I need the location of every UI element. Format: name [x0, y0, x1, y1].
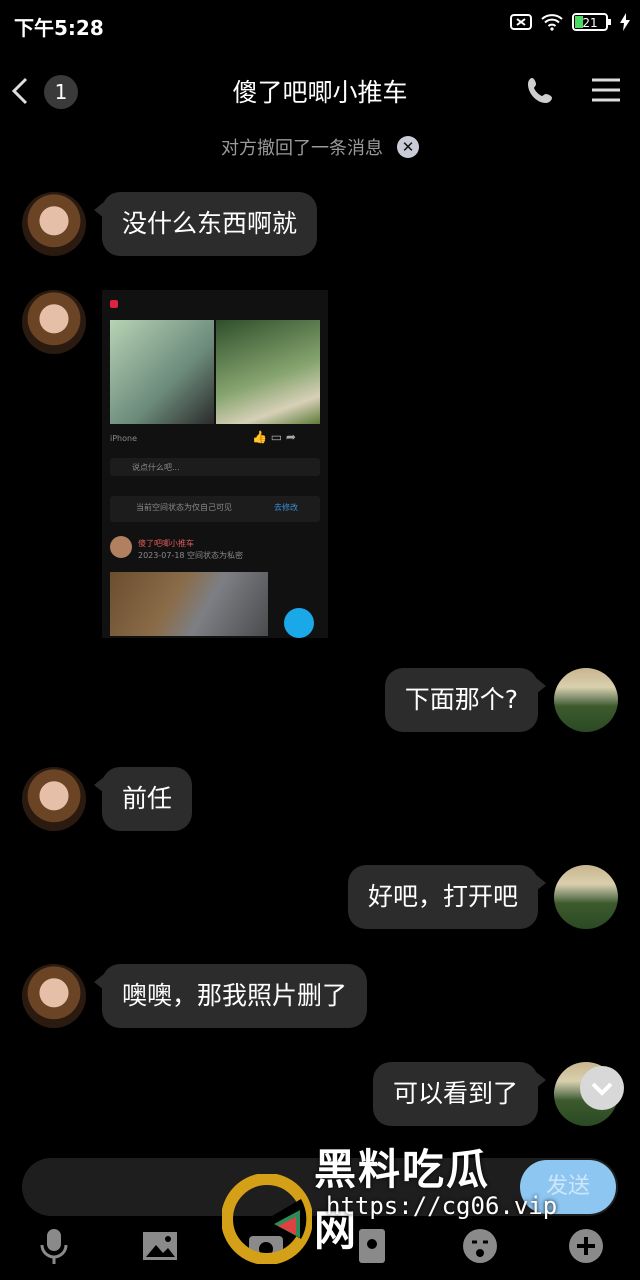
status-icons: 21: [510, 12, 630, 32]
photo-thumbnail: [110, 320, 214, 424]
close-icon[interactable]: ✕: [397, 136, 419, 158]
comment-placeholder: 说点什么吧...: [132, 463, 180, 472]
device-label: iPhone: [110, 434, 138, 443]
status-time: 下午5:28: [14, 16, 104, 40]
menu-icon[interactable]: [590, 77, 622, 103]
charging-icon: [620, 13, 630, 31]
like-comment-share-icons: 👍 ▭ ➦: [252, 430, 296, 444]
recall-text: 对方撤回了一条消息: [221, 138, 383, 159]
shared-image[interactable]: iPhone 👍 ▭ ➦ 说点什么吧... 当前空间状态为仅自己可见 去修改 傻…: [102, 290, 328, 638]
chat-title: 傻了吧唧小推车: [232, 78, 408, 107]
post-user: 傻了吧唧小推车: [138, 539, 194, 548]
message-bubble[interactable]: 可以看到了: [372, 1062, 547, 1126]
photo-thumbnail: [216, 320, 320, 424]
battery-icon: 21: [572, 13, 611, 31]
message-bubble[interactable]: 噢噢，那我照片删了: [93, 964, 368, 1028]
watermark-url: https://cg06.vip: [326, 1192, 558, 1220]
watermark: 黑料吃瓜网 https://cg06.vip: [222, 1136, 557, 1276]
chat-header: 1 傻了吧唧小推车: [0, 55, 640, 127]
wifi-icon: [541, 14, 563, 31]
scroll-to-bottom-button[interactable]: [580, 1066, 624, 1110]
back-icon[interactable]: [8, 73, 32, 109]
status-bar: 下午5:28 21: [0, 0, 640, 50]
post-meta: 2023-07-18 空间状态为私密: [138, 551, 244, 560]
message-bubble[interactable]: 下面那个?: [384, 668, 547, 732]
avatar: [110, 536, 132, 558]
message-bubble[interactable]: 没什么东西啊就: [93, 192, 318, 256]
image-icon[interactable]: [140, 1226, 180, 1266]
avatar[interactable]: [554, 865, 618, 929]
unread-badge[interactable]: 1: [44, 75, 78, 109]
message-bubble[interactable]: 前任: [93, 767, 193, 831]
avatar[interactable]: [22, 767, 86, 831]
avatar[interactable]: [22, 192, 86, 256]
microphone-icon[interactable]: [34, 1226, 74, 1266]
phone-icon[interactable]: [526, 75, 556, 105]
heart-icon: [110, 300, 118, 308]
privacy-note: 当前空间状态为仅自己可见: [136, 503, 232, 512]
privacy-action: 去修改: [274, 503, 298, 512]
avatar[interactable]: [22, 964, 86, 1028]
svg-text:21: 21: [582, 16, 597, 30]
chevron-down-icon: [591, 1082, 613, 1096]
sim-icon: [510, 14, 532, 30]
avatar[interactable]: [554, 668, 618, 732]
recall-notice: 对方撤回了一条消息 ✕: [0, 132, 640, 162]
edit-icon: [284, 608, 314, 638]
message-bubble[interactable]: 好吧，打开吧: [347, 865, 547, 929]
photo-thumbnail: [110, 572, 268, 636]
plus-icon[interactable]: [566, 1226, 606, 1266]
avatar[interactable]: [22, 290, 86, 354]
watermark-logo-icon: [222, 1174, 312, 1264]
